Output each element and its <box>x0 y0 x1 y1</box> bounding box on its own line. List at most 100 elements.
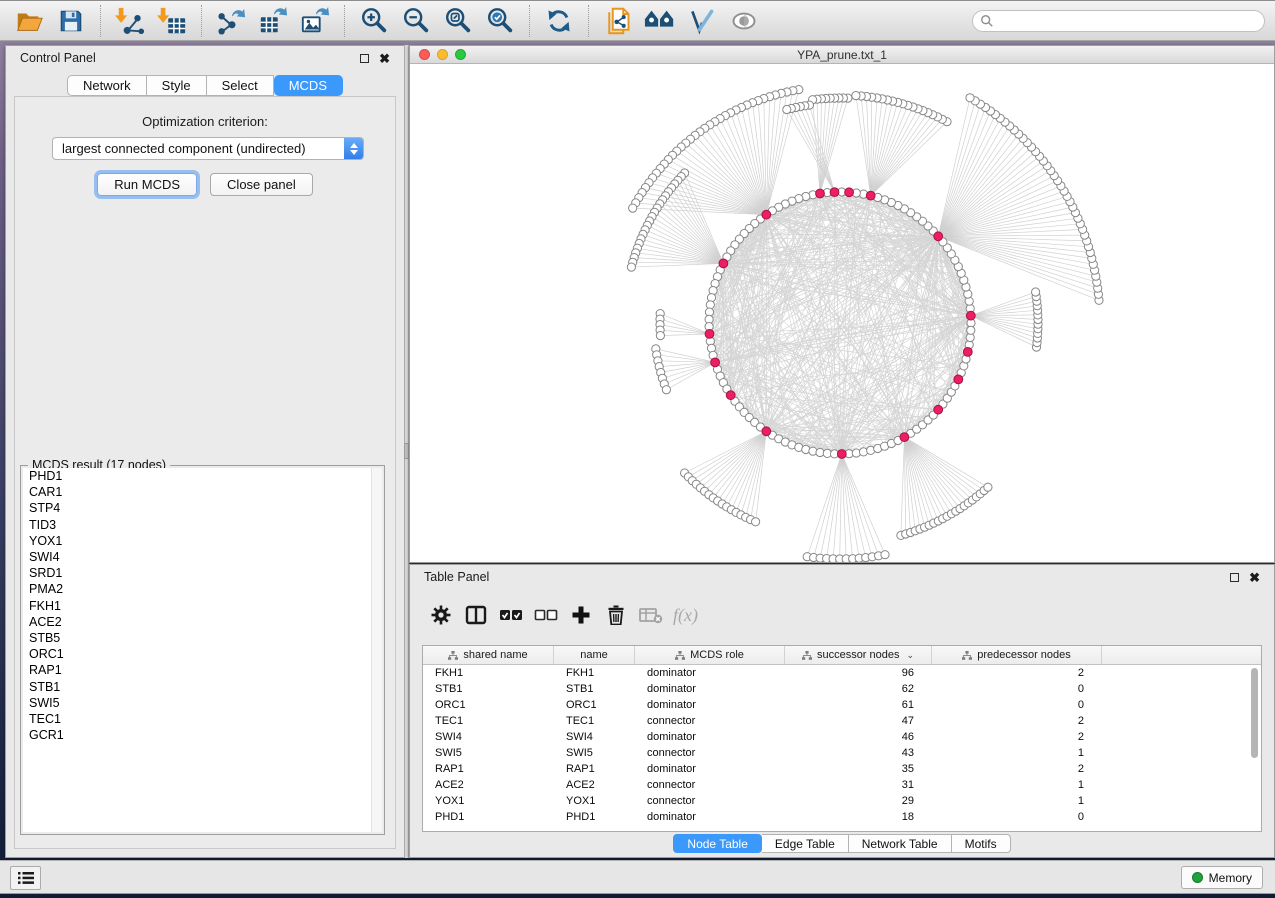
deselect-all-rows-icon[interactable] <box>533 602 559 628</box>
float-window-icon[interactable] <box>360 54 369 63</box>
zoom-out-icon[interactable] <box>400 5 432 37</box>
delete-column-icon[interactable] <box>603 602 629 628</box>
network-node[interactable] <box>967 326 975 334</box>
zoom-in-icon[interactable] <box>358 5 390 37</box>
table-row[interactable]: YOX1YOX1connector291 <box>423 793 1261 809</box>
leaf-node[interactable] <box>881 551 889 559</box>
table-row[interactable]: SWI4SWI4dominator462 <box>423 729 1261 745</box>
mcds-result-item[interactable]: ACE2 <box>23 614 382 630</box>
delete-table-icon[interactable] <box>638 602 664 628</box>
leaf-node[interactable] <box>783 105 791 113</box>
mcds-result-item[interactable]: CAR1 <box>23 484 382 500</box>
mcds-result-item[interactable]: GCR1 <box>23 727 382 743</box>
leaf-node[interactable] <box>627 263 635 271</box>
zoom-selected-icon[interactable] <box>484 5 516 37</box>
mcds-node[interactable] <box>966 311 975 320</box>
mcds-result-item[interactable]: STB1 <box>23 679 382 695</box>
tab-mcds[interactable]: MCDS <box>274 75 343 96</box>
mcds-node[interactable] <box>705 330 714 339</box>
mcds-result-item[interactable]: FKH1 <box>23 598 382 614</box>
mcds-node[interactable] <box>866 191 875 200</box>
mcds-node[interactable] <box>726 391 735 400</box>
tab-motifs[interactable]: Motifs <box>952 834 1011 853</box>
mcds-result-item[interactable]: STP4 <box>23 500 382 516</box>
mcds-result-item[interactable]: PHD1 <box>23 468 382 484</box>
column-settings-icon[interactable] <box>428 602 454 628</box>
mcds-node[interactable] <box>954 375 963 384</box>
network-window-titlebar[interactable]: YPA_prune.txt_1 <box>410 46 1274 64</box>
table-scrollbar[interactable] <box>1249 666 1260 830</box>
table-row[interactable]: TEC1TEC1connector472 <box>423 713 1261 729</box>
mcds-result-item[interactable]: TEC1 <box>23 711 382 727</box>
table-row[interactable]: STB1STB1dominator620 <box>423 681 1261 697</box>
add-column-icon[interactable] <box>568 602 594 628</box>
mcds-result-item[interactable]: SWI4 <box>23 549 382 565</box>
hide-graphics-icon[interactable] <box>728 5 760 37</box>
global-search-field[interactable] <box>972 10 1265 32</box>
mcds-result-item[interactable]: PMA2 <box>23 581 382 597</box>
column-header-MCDS-role[interactable]: MCDS role <box>635 646 785 664</box>
refresh-icon[interactable] <box>543 5 575 37</box>
select-all-rows-icon[interactable] <box>498 602 524 628</box>
mcds-result-item[interactable]: RAP1 <box>23 662 382 678</box>
column-header-name[interactable]: name <box>554 646 635 664</box>
mcds-node[interactable] <box>711 358 720 367</box>
mcds-node[interactable] <box>816 189 825 198</box>
table-row[interactable]: RAP1RAP1dominator352 <box>423 761 1261 777</box>
mcds-node[interactable] <box>963 348 972 357</box>
export-network-icon[interactable] <box>215 5 247 37</box>
export-image-icon[interactable] <box>299 5 331 37</box>
close-window-icon[interactable]: ✖ <box>379 54 390 63</box>
mcds-node[interactable] <box>934 232 943 241</box>
float-window-icon[interactable] <box>1230 573 1239 582</box>
tab-style[interactable]: Style <box>147 75 207 96</box>
search-network-icon[interactable] <box>644 5 676 37</box>
function-builder-icon[interactable]: f(x) <box>673 602 698 628</box>
criterion-dropdown[interactable]: largest connected component (undirected) <box>52 137 364 160</box>
mcds-node[interactable] <box>762 427 771 436</box>
mcds-node[interactable] <box>900 433 909 442</box>
column-header-shared-name[interactable]: shared name <box>423 646 554 664</box>
tab-network[interactable]: Network <box>67 75 147 96</box>
leaf-node[interactable] <box>852 92 860 100</box>
run-mcds-button[interactable]: Run MCDS <box>97 173 197 196</box>
tab-node-table[interactable]: Node Table <box>673 834 762 853</box>
tab-edge-table[interactable]: Edge Table <box>762 834 849 853</box>
leaf-node[interactable] <box>662 386 670 394</box>
close-window-icon[interactable]: ✖ <box>1249 573 1260 582</box>
table-row[interactable]: SWI5SWI5connector431 <box>423 745 1261 761</box>
memory-button[interactable]: Memory <box>1181 866 1263 889</box>
open-file-icon[interactable] <box>13 5 45 37</box>
mcds-result-item[interactable]: YOX1 <box>23 533 382 549</box>
mcds-result-item[interactable]: ORC1 <box>23 646 382 662</box>
export-table-icon[interactable] <box>257 5 289 37</box>
network-canvas[interactable] <box>410 65 1274 562</box>
table-row[interactable]: ACE2ACE2connector311 <box>423 777 1261 793</box>
graphics-details-icon[interactable] <box>686 5 718 37</box>
table-scrollbar-thumb[interactable] <box>1251 668 1258 758</box>
close-panel-button[interactable]: Close panel <box>210 173 313 196</box>
leaf-node[interactable] <box>984 483 992 491</box>
zoom-fit-icon[interactable] <box>442 5 474 37</box>
import-network-icon[interactable] <box>114 5 146 37</box>
mcds-node[interactable] <box>934 405 943 414</box>
mcds-node[interactable] <box>830 188 839 197</box>
table-row[interactable]: ORC1ORC1dominator610 <box>423 697 1261 713</box>
save-session-icon[interactable] <box>55 5 87 37</box>
mcds-list-scrollbar[interactable] <box>371 468 382 832</box>
share-document-icon[interactable] <box>602 5 634 37</box>
mcds-result-item[interactable]: TID3 <box>23 517 382 533</box>
pane-layout-icon[interactable] <box>463 602 489 628</box>
leaf-node[interactable] <box>966 94 974 102</box>
mcds-result-item[interactable]: SWI5 <box>23 695 382 711</box>
command-panel-button[interactable] <box>10 866 41 890</box>
leaf-node[interactable] <box>1032 288 1040 296</box>
table-row[interactable]: FKH1FKH1dominator962 <box>423 665 1261 681</box>
search-input[interactable] <box>998 13 1264 29</box>
mcds-result-item[interactable]: SRD1 <box>23 565 382 581</box>
tab-select[interactable]: Select <box>207 75 274 96</box>
column-header-successor-nodes[interactable]: successor nodes⌄ <box>785 646 932 664</box>
mcds-result-list[interactable]: PHD1CAR1STP4TID3YOX1SWI4SRD1PMA2FKH1ACE2… <box>23 468 382 832</box>
mcds-node[interactable] <box>845 188 854 197</box>
mcds-node[interactable] <box>762 210 771 219</box>
